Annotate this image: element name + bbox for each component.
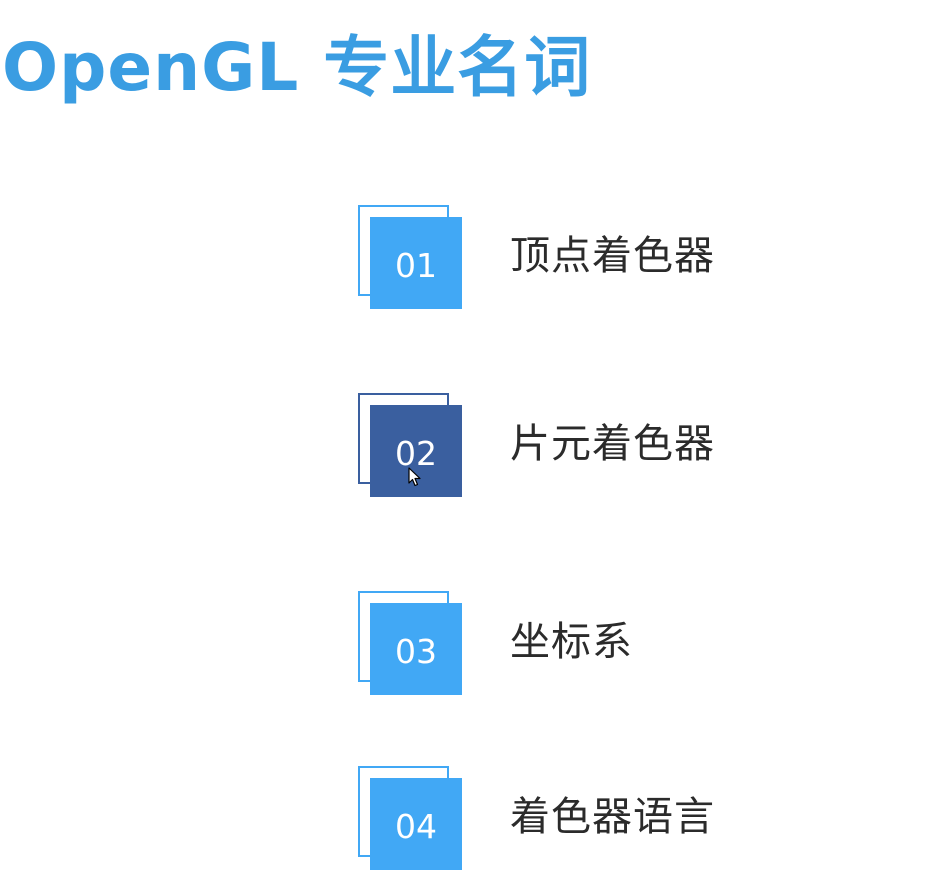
item-number: 01 <box>370 217 462 309</box>
item-label: 片元着色器 <box>510 421 715 467</box>
number-badge: 03 <box>358 591 462 695</box>
list-item-coordinate-system[interactable]: 03 坐标系 <box>358 591 778 695</box>
item-number: 02 <box>370 405 462 497</box>
page-title: OpenGL 专业名词 <box>2 29 592 106</box>
number-badge: 04 <box>358 766 462 870</box>
list-item-vertex-shader[interactable]: 01 顶点着色器 <box>358 205 778 309</box>
item-label: 着色器语言 <box>510 794 715 840</box>
item-number: 04 <box>370 778 462 870</box>
number-badge: 01 <box>358 205 462 309</box>
list-item-shader-language[interactable]: 04 着色器语言 <box>358 766 778 870</box>
item-label: 坐标系 <box>510 619 633 665</box>
item-label: 顶点着色器 <box>510 233 715 279</box>
item-number: 03 <box>370 603 462 695</box>
number-badge: 02 <box>358 393 462 497</box>
list-item-fragment-shader[interactable]: 02 片元着色器 <box>358 393 778 497</box>
